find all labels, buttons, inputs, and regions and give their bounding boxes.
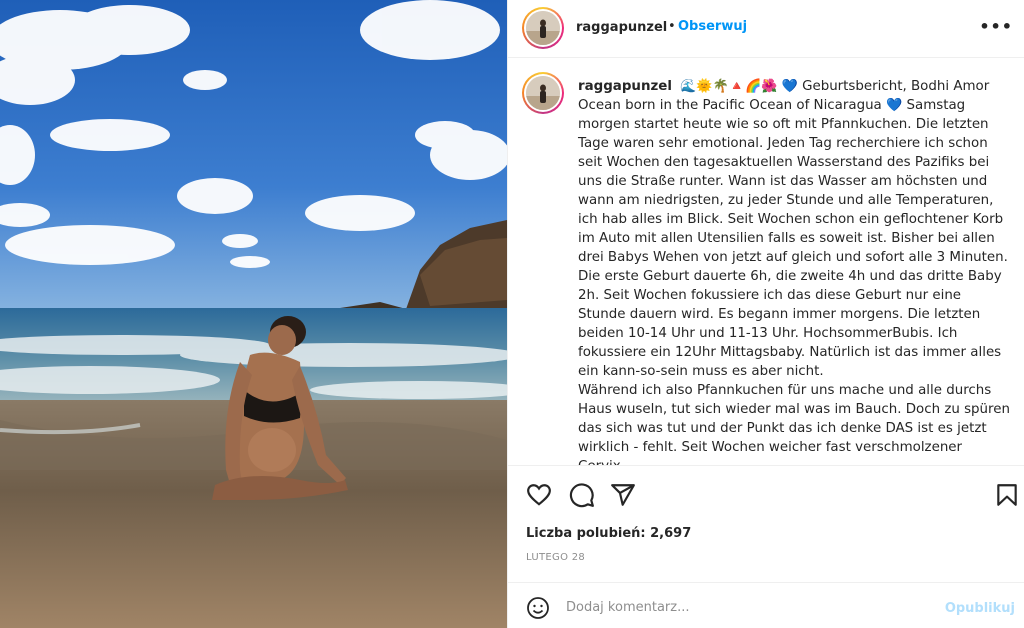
comment-icon[interactable] <box>569 482 595 508</box>
caption-text: raggapunzel 🌊🌞🌴🔺🌈🌺 💙 Geburtsbericht, Bod… <box>578 77 1010 465</box>
more-options-icon[interactable]: ••• <box>979 17 1013 36</box>
caption-paragraph2: Während ich also Pfannkuchen für uns mac… <box>578 383 1010 465</box>
post-author-username[interactable]: raggapunzel <box>576 20 667 35</box>
post-date[interactable]: LUTEGO 28 <box>526 552 585 563</box>
likes-count[interactable]: Liczba polubień: 2,697 <box>526 526 691 541</box>
comment-input[interactable] <box>566 596 926 618</box>
avatar[interactable] <box>522 7 564 49</box>
caption-avatar[interactable] <box>522 72 564 114</box>
caption-paragraph1: Samstag morgen startet heute wie so oft … <box>578 98 1008 379</box>
heart-icon[interactable] <box>526 482 552 508</box>
follow-button[interactable]: Obserwuj <box>678 19 747 34</box>
smile-icon[interactable] <box>526 596 550 620</box>
caption-username[interactable]: raggapunzel <box>578 79 672 94</box>
header-separator: • <box>668 19 676 34</box>
bookmark-icon[interactable] <box>994 482 1020 508</box>
post-header: raggapunzel • Obserwuj ••• <box>508 0 1024 58</box>
post-actions <box>508 466 1024 522</box>
share-icon[interactable] <box>610 482 636 508</box>
caption-section: raggapunzel 🌊🌞🌴🔺🌈🌺 💙 Geburtsbericht, Bod… <box>508 59 1024 466</box>
post-photo[interactable] <box>0 0 507 628</box>
blue-heart-icon-2: 💙 <box>886 98 903 113</box>
post-side-panel: raggapunzel • Obserwuj ••• raggapunzel 🌊… <box>507 0 1024 628</box>
comment-bar: Opublikuj <box>508 582 1024 628</box>
blue-heart-icon: 💙 <box>781 79 798 94</box>
beach-photo-image <box>0 0 507 628</box>
caption-emojis: 🌊🌞🌴🔺🌈🌺 <box>680 79 778 94</box>
publish-button[interactable]: Opublikuj <box>945 601 1015 616</box>
